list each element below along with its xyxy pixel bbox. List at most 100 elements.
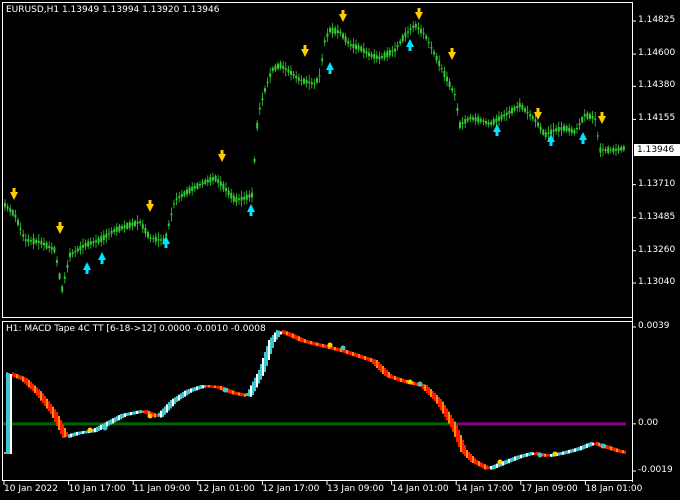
tape-bar: [114, 417, 116, 423]
tape-bar: [18, 374, 20, 380]
candle-body: [482, 120, 485, 123]
tape-bar: [96, 426, 98, 432]
candle-body: [589, 114, 591, 119]
tape-bar: [296, 335, 298, 341]
tape-bar: [196, 386, 198, 391]
candle-body: [115, 227, 118, 232]
price-level-label: 1.14155: [638, 113, 676, 124]
tape-bar: [424, 384, 426, 391]
candle-body: [492, 119, 495, 125]
tape-bar: [594, 442, 596, 446]
candle-body: [568, 127, 571, 132]
tape-bar: [14, 373, 16, 378]
tape-bar: [434, 393, 436, 401]
candle-body: [56, 260, 58, 263]
tape-bar: [468, 452, 470, 460]
candle-body: [290, 70, 292, 75]
candle-body: [178, 196, 181, 198]
candle-body: [300, 79, 303, 81]
candle-body: [620, 147, 623, 151]
candle-body: [409, 28, 412, 31]
candle-body: [404, 32, 407, 37]
candle-body: [544, 132, 547, 137]
candle-body: [524, 108, 526, 112]
tape-bar: [186, 389, 188, 396]
tape-bar: [80, 431, 82, 435]
candle-body: [472, 117, 474, 120]
candle-body: [313, 83, 316, 85]
candle-body: [388, 50, 391, 56]
tape-bar: [624, 450, 626, 454]
tape-bar: [352, 352, 354, 356]
tape-bar: [308, 340, 310, 344]
tape-bar: [592, 442, 594, 446]
candle-body: [30, 240, 32, 242]
chart-canvas[interactable]: [0, 0, 680, 500]
candle-body: [230, 192, 233, 199]
candle-body: [349, 44, 352, 47]
tape-bar: [458, 430, 460, 447]
candle-body: [586, 112, 589, 119]
tape-bar: [312, 341, 314, 345]
candle-body: [469, 116, 472, 120]
candle-body: [534, 119, 537, 122]
candle-body: [238, 198, 240, 200]
tape-bar: [374, 359, 376, 366]
time-label: 18 Jan 01:00: [585, 484, 643, 494]
candle-body: [58, 273, 61, 280]
tape-bar: [332, 346, 334, 350]
tape-bar: [520, 454, 522, 459]
candle-body: [232, 195, 235, 202]
tape-bar: [94, 427, 96, 433]
candle-body: [248, 194, 251, 198]
candle-body: [435, 56, 438, 61]
tape-bar: [234, 391, 236, 395]
candle-body: [292, 73, 295, 76]
candle-body: [433, 51, 435, 55]
candle-body: [43, 242, 45, 246]
tape-bar: [200, 385, 202, 389]
tape-bar: [118, 415, 120, 421]
price-level-label: 1.13040: [638, 277, 676, 287]
tape-bar: [168, 402, 170, 411]
candle-body: [487, 122, 490, 125]
candle-body: [516, 105, 519, 109]
candle-body: [518, 102, 521, 108]
time-label: 12 Jan 01:00: [197, 484, 255, 494]
candle-body: [84, 243, 87, 247]
tape-bar: [622, 450, 624, 454]
tape-bar: [164, 406, 166, 415]
tape-bar: [366, 356, 368, 361]
candle-body: [196, 183, 199, 189]
candle-body: [14, 214, 17, 218]
candle-body: [318, 75, 321, 77]
candle-body: [334, 28, 337, 34]
symbol-info: EURUSD,H1 1.13949 1.13994 1.13920 1.1394…: [6, 5, 220, 15]
tape-bar: [320, 343, 322, 347]
price-level-label: 1.13710: [638, 178, 676, 189]
candle-body: [167, 223, 170, 227]
tape-bar: [372, 358, 374, 364]
candle-body: [45, 242, 48, 249]
candle-body: [521, 105, 524, 110]
candle-body: [365, 51, 368, 54]
tape-bar: [82, 431, 84, 434]
candle-body: [17, 220, 19, 225]
tape-bar: [216, 385, 218, 389]
tape-bar: [268, 340, 270, 360]
candle-body: [331, 27, 334, 34]
candle-body: [173, 203, 175, 205]
candle-body: [396, 44, 399, 48]
tape-bar: [506, 459, 508, 464]
tape-bar: [298, 336, 300, 342]
tape-bar: [574, 448, 576, 452]
tape-bar: [142, 410, 144, 413]
candle-body: [134, 221, 136, 226]
candle-body: [513, 107, 516, 111]
candle-body: [295, 75, 298, 79]
tape-bar: [414, 382, 416, 386]
indicator-level-label: 0.0039: [638, 321, 670, 331]
candle-body: [19, 228, 22, 230]
candle-body: [157, 238, 160, 241]
price-level-label: 1.14825: [638, 15, 676, 25]
